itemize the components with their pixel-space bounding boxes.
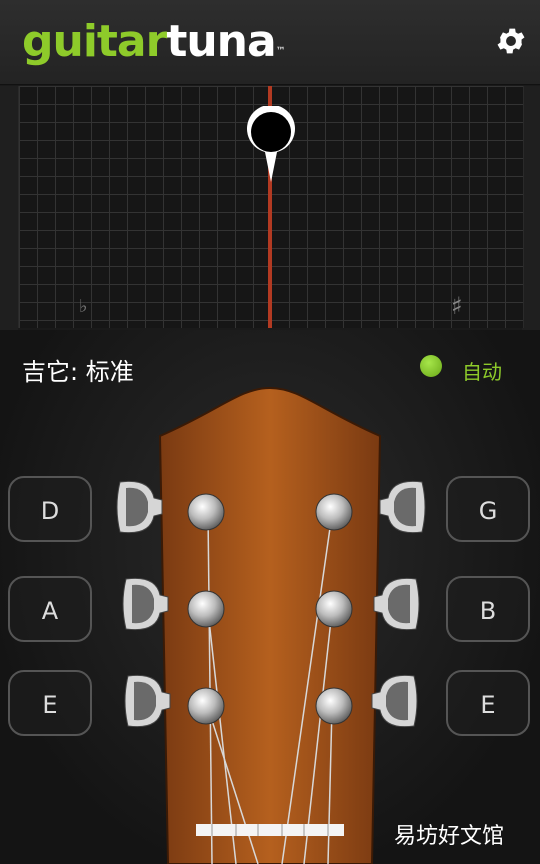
sharp-symbol: ♯ xyxy=(451,292,463,320)
watermark-text: 易坊好文馆 xyxy=(394,824,505,849)
tuning-peg-high-e-icon[interactable] xyxy=(370,672,420,730)
logo-tuna: tuna xyxy=(166,16,276,67)
string-button-high-e[interactable]: E xyxy=(446,670,530,736)
string-button-d[interactable]: D xyxy=(8,476,92,542)
string-button-b[interactable]: B xyxy=(446,576,530,642)
tuner-display: ♭ ♯ xyxy=(18,86,524,328)
tuning-peg-low-e-icon[interactable] xyxy=(122,672,172,730)
app-logo: guitartuna™ xyxy=(22,14,286,70)
tuning-peg-d-icon[interactable] xyxy=(114,478,164,536)
settings-gear-icon[interactable] xyxy=(494,24,528,58)
logo-trademark: ™ xyxy=(275,46,286,57)
app-header: guitartuna™ xyxy=(0,0,540,85)
logo-guitar: guitar xyxy=(22,16,167,67)
tuner-right-edge xyxy=(522,86,540,330)
tuning-peg-a-icon[interactable] xyxy=(120,575,170,633)
string-button-low-e[interactable]: E xyxy=(8,670,92,736)
tuning-peg-b-icon[interactable] xyxy=(372,575,422,633)
string-button-a[interactable]: A xyxy=(8,576,92,642)
flat-symbol: ♭ xyxy=(79,296,88,317)
tuning-peg-g-icon[interactable] xyxy=(378,478,428,536)
pitch-indicator-icon xyxy=(247,106,295,182)
auto-mode-indicator-icon[interactable] xyxy=(420,355,442,377)
tuner-left-edge xyxy=(0,86,18,330)
string-button-g[interactable]: G xyxy=(446,476,530,542)
